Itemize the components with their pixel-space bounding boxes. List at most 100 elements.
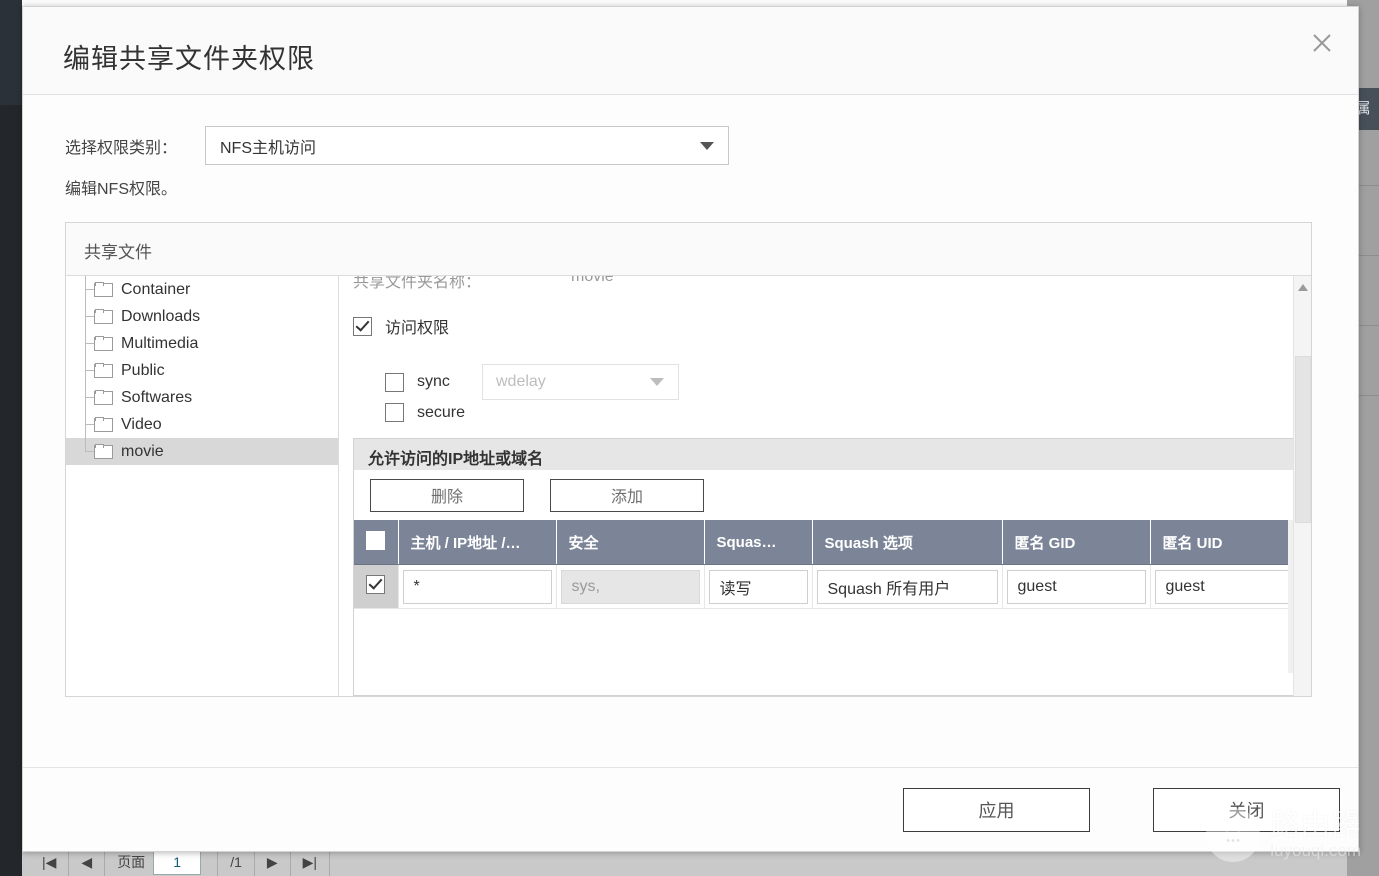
allowed-ip-table: 主机 / IP地址 /… 安全 Squas… Squash 选项 匿名 GID … — [354, 520, 1296, 608]
folder-icon — [94, 444, 113, 459]
background-pagination[interactable]: |◀ ◀ 页面 1 /1 ▶ ▶| — [30, 848, 331, 876]
folder-icon — [94, 417, 113, 432]
squash-permission-select[interactable]: 读写 — [708, 569, 808, 604]
column-header-anon-gid[interactable]: 匿名 GID — [1002, 520, 1151, 565]
column-header-anon-uid[interactable]: 匿名 UID — [1150, 520, 1296, 565]
close-icon[interactable] — [1304, 25, 1340, 61]
folder-icon — [94, 309, 113, 324]
tree-item-public[interactable]: Public — [66, 357, 338, 384]
folder-icon — [94, 282, 113, 297]
pager-page-label: 页面 — [117, 854, 146, 870]
column-header-squash-permission[interactable]: Squas… — [704, 520, 813, 565]
row-select-checkbox[interactable] — [366, 574, 386, 594]
column-header-squash-option[interactable]: Squash 选项 — [812, 520, 1003, 565]
permission-type-label: 选择权限类别： — [65, 139, 178, 157]
pager-first-button[interactable]: |◀ — [30, 848, 70, 876]
dialog-footer: 应用 关闭 — [23, 767, 1358, 851]
pager-next-button[interactable]: ▶ — [255, 848, 291, 876]
anon-gid-input[interactable]: guest — [1006, 569, 1146, 604]
tree-connector — [76, 411, 94, 438]
delete-button[interactable]: 删除 — [370, 478, 524, 512]
sync-checkbox[interactable] — [385, 372, 404, 392]
anon-uid-input[interactable]: guest — [1154, 569, 1296, 604]
scroll-up-icon[interactable] — [1297, 284, 1308, 291]
allowed-ip-toolbar: 删除 添加 — [354, 470, 1296, 520]
access-permission-row: 访问权限 — [353, 314, 449, 338]
select-all-checkbox[interactable] — [366, 530, 386, 550]
tree-item-label: Softwares — [121, 388, 193, 406]
tree-connector — [76, 357, 94, 384]
chevron-down-icon — [650, 378, 664, 386]
column-header-security[interactable]: 安全 — [556, 520, 705, 565]
secure-row: secure — [385, 403, 465, 422]
cell-host[interactable]: * — [398, 564, 557, 608]
tree-item-container[interactable]: Container — [66, 276, 338, 303]
sync-mode-select[interactable]: wdelay — [482, 364, 679, 400]
tree-item-downloads[interactable]: Downloads — [66, 303, 338, 330]
tree-item-label: Multimedia — [121, 334, 199, 352]
cell-anon-gid[interactable]: guest — [1002, 564, 1151, 608]
select-all-header[interactable] — [354, 520, 399, 565]
access-permission-checkbox[interactable] — [353, 316, 372, 336]
edit-shared-folder-permission-dialog: 编辑共享文件夹权限 选择权限类别： NFS主机访问 编辑NFS权限。 共享文件 — [22, 6, 1359, 852]
folder-icon — [94, 363, 113, 378]
tree-item-label: Public — [121, 361, 165, 379]
dialog-body: 选择权限类别： NFS主机访问 编辑NFS权限。 共享文件 Container — [23, 95, 1358, 767]
host-input[interactable]: * — [402, 569, 552, 604]
tree-item-softwares[interactable]: Softwares — [66, 384, 338, 411]
secure-checkbox[interactable] — [385, 403, 404, 422]
folder-name-value: movie — [571, 276, 614, 285]
sync-mode-value: wdelay — [496, 373, 546, 390]
add-button[interactable]: 添加 — [550, 478, 704, 512]
cell-security: sys, — [556, 564, 705, 608]
table-header-row: 主机 / IP地址 /… 安全 Squas… Squash 选项 匿名 GID … — [354, 520, 1296, 565]
sync-row: sync wdelay — [385, 364, 679, 400]
squash-option-select[interactable]: Squash 所有用户 — [816, 569, 998, 604]
cell-squash-option[interactable]: Squash 所有用户 — [812, 564, 1003, 608]
access-permission-label: 访问权限 — [385, 320, 450, 337]
permission-type-row: 选择权限类别： NFS主机访问 — [65, 126, 729, 165]
chevron-down-icon — [700, 141, 714, 150]
scrollbar-thumb[interactable] — [1295, 356, 1311, 523]
permission-type-select[interactable]: NFS主机访问 — [205, 126, 729, 165]
sync-label: sync — [417, 373, 450, 390]
tree-connector — [76, 438, 94, 465]
cell-anon-uid[interactable]: guest — [1150, 564, 1296, 608]
background-left-rail-top — [0, 0, 22, 105]
pager-last-button[interactable]: ▶| — [291, 848, 331, 876]
folder-name-label: 共享文件夹名称： — [353, 276, 482, 291]
panel-header-label: 共享文件 — [84, 243, 152, 262]
pager-page-input[interactable]: 1 — [153, 849, 202, 875]
close-button[interactable]: 关闭 — [1153, 788, 1340, 832]
tree-item-label: Downloads — [121, 307, 201, 325]
pager-prev-button[interactable]: ◀ — [69, 848, 106, 876]
permission-type-value: NFS主机访问 — [220, 139, 317, 157]
tree-item-label: Container — [121, 280, 191, 298]
table-row[interactable]: * sys, 读写 Squash 所有用户 guest guest — [354, 564, 1296, 608]
tree-item-label: Video — [121, 415, 162, 433]
tree-item-movie[interactable]: movie — [66, 438, 338, 465]
detail-vertical-scrollbar[interactable] — [1293, 276, 1311, 696]
row-select-cell[interactable] — [354, 564, 399, 608]
tree-item-label: movie — [121, 442, 164, 460]
tree-connector — [76, 303, 94, 330]
tree-item-multimedia[interactable]: Multimedia — [66, 330, 338, 357]
allowed-ip-table-wrapper: 主机 / IP地址 /… 安全 Squas… Squash 选项 匿名 GID … — [354, 520, 1296, 673]
folder-detail-pane: 共享文件夹名称： movie 访问权限 sync wdelay secure 允… — [339, 276, 1311, 696]
tree-item-video[interactable]: Video — [66, 411, 338, 438]
apply-button[interactable]: 应用 — [903, 788, 1090, 832]
shared-folder-tree[interactable]: Container Downloads Multimedia Public So… — [66, 276, 339, 696]
shared-folder-panel: 共享文件 Container Downloads Multimedia Publ… — [65, 222, 1312, 697]
tree-connector — [76, 330, 94, 357]
folder-icon — [94, 336, 113, 351]
folder-icon — [94, 390, 113, 405]
tree-connector — [76, 384, 94, 411]
cell-squash-permission[interactable]: 读写 — [704, 564, 813, 608]
column-header-host[interactable]: 主机 / IP地址 /… — [398, 520, 557, 565]
permission-hint-text: 编辑NFS权限。 — [65, 181, 178, 198]
allowed-ip-section-body: 删除 添加 主机 / IP地址 /… 安全 Squas… Squash 选项 匿… — [353, 470, 1297, 696]
table-empty-area — [354, 608, 1296, 673]
security-value: sys, — [560, 569, 700, 604]
tree-connector — [76, 276, 94, 303]
dialog-header: 编辑共享文件夹权限 — [23, 7, 1358, 95]
